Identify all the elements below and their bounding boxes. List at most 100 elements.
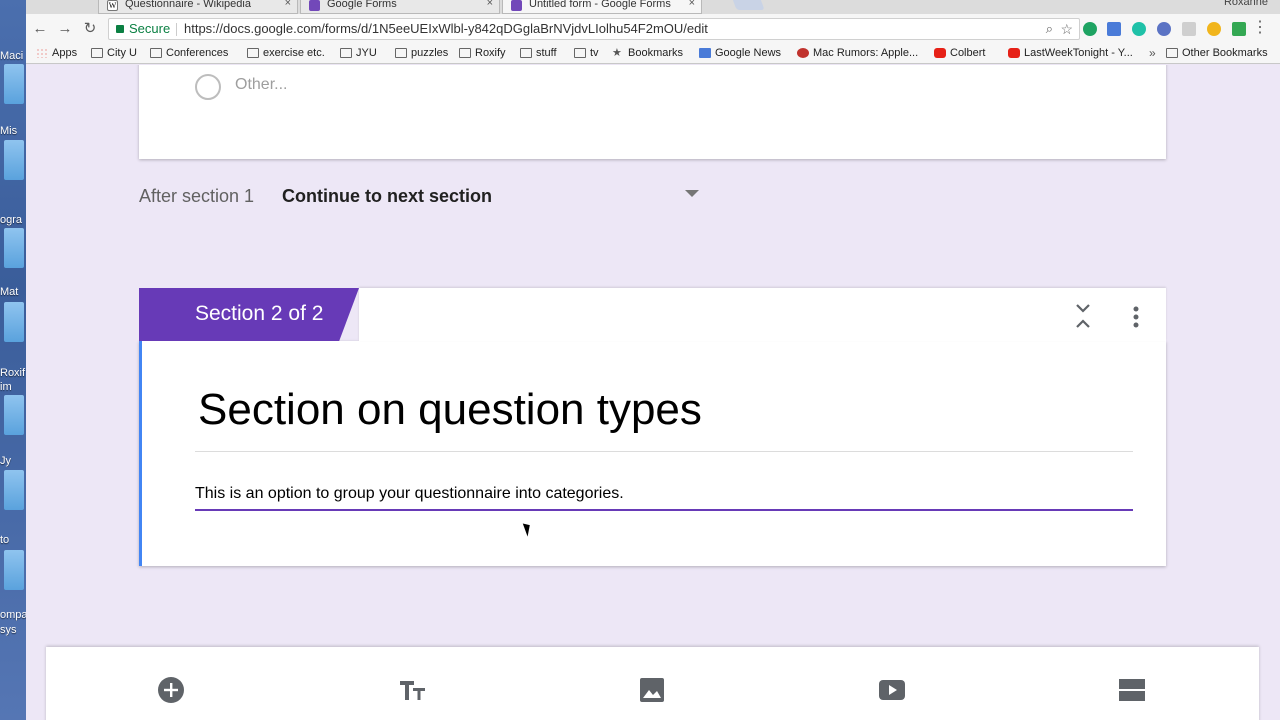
- bookmark-mac-rumors[interactable]: Mac Rumors: Apple...: [797, 47, 918, 59]
- desktop-label: Maci: [0, 50, 24, 62]
- profile-name[interactable]: Roxanne: [1224, 0, 1268, 8]
- tab-title: Google Forms: [327, 0, 397, 10]
- bookmark-label: City U: [107, 47, 137, 59]
- collapse-section-icon[interactable]: [1071, 302, 1095, 330]
- bookmark-folder[interactable]: puzzles: [395, 47, 448, 59]
- bookmark-folder[interactable]: exercise etc.: [247, 47, 325, 59]
- bookmark-label: Conferences: [166, 47, 229, 59]
- star-icon: ★: [612, 47, 622, 59]
- search-icon[interactable]: ⌕: [1046, 19, 1053, 39]
- divider: [195, 451, 1133, 452]
- close-icon[interactable]: ×: [285, 0, 291, 9]
- after-section-label: After section 1: [139, 186, 255, 206]
- translate-icon[interactable]: [1107, 22, 1121, 36]
- bookmark-label: Colbert: [950, 47, 986, 59]
- extension-icon[interactable]: [1232, 22, 1246, 36]
- section-badge: Section 2 of 2: [139, 288, 359, 341]
- divider: [176, 23, 177, 36]
- bookmark-label: JYU: [356, 47, 377, 59]
- bookmark-label: exercise etc.: [263, 47, 325, 59]
- desktop-label: Mis: [0, 125, 18, 137]
- reload-icon[interactable]: ↻: [80, 19, 100, 39]
- folder-icon: [459, 48, 471, 58]
- folder-icon: [520, 48, 532, 58]
- radio-option-icon: [195, 74, 221, 100]
- extension-icon[interactable]: [1182, 22, 1196, 36]
- after-section-dropdown[interactable]: Continue to next section: [282, 186, 492, 207]
- question-card: Other...: [139, 65, 1166, 159]
- close-icon[interactable]: ×: [689, 0, 695, 9]
- bookmark-folder[interactable]: Conferences: [150, 47, 228, 59]
- bookmark-label: Bookmarks: [628, 47, 684, 59]
- bookmark-star-icon[interactable]: ☆: [1060, 19, 1073, 39]
- bookmark-label: tv: [590, 47, 599, 59]
- bookmark-folder[interactable]: Roxify: [459, 47, 506, 59]
- bookmark-folder[interactable]: JYU: [340, 47, 377, 59]
- youtube-icon: [1008, 48, 1020, 58]
- secure-label: Secure: [129, 21, 171, 36]
- desktop-folder-icon[interactable]: [4, 550, 24, 590]
- bookmark-google-news[interactable]: Google News: [699, 47, 781, 59]
- title-text-icon[interactable]: [399, 676, 427, 704]
- bookmark-folder[interactable]: stuff: [520, 47, 557, 59]
- bookmark-label: Other Bookmarks: [1182, 47, 1268, 59]
- bookmark-bookmarks[interactable]: ★ Bookmarks: [612, 47, 683, 59]
- bookmark-label: LastWeekTonight - Y...: [1024, 47, 1133, 59]
- browser-toolbar: ← → ↻ Secure https://docs.google.com/for…: [26, 14, 1280, 44]
- image-icon[interactable]: [638, 676, 666, 704]
- new-tab-button[interactable]: [731, 0, 765, 10]
- bookmark-apps[interactable]: Apps: [36, 47, 77, 59]
- more-options-icon[interactable]: [1124, 305, 1148, 329]
- desktop-folder-icon[interactable]: [4, 228, 24, 268]
- address-bar[interactable]: Secure https://docs.google.com/forms/d/1…: [108, 18, 1080, 40]
- apple-icon: [797, 48, 809, 58]
- extension-icon[interactable]: [1207, 22, 1221, 36]
- extension-icon[interactable]: [1083, 22, 1097, 36]
- url-text[interactable]: https://docs.google.com/forms/d/1N5eeUEI…: [184, 19, 708, 39]
- tab-untitled-form[interactable]: Untitled form - Google Forms ×: [502, 0, 702, 14]
- bookmark-label: stuff: [536, 47, 557, 59]
- tab-wikipedia[interactable]: W Questionnaire - Wikipedia ×: [98, 0, 298, 14]
- bookmark-other[interactable]: Other Bookmarks: [1166, 47, 1268, 59]
- desktop-sidebar: Maci Mis ogra Mat Roxif im Jy to ompa sy…: [0, 0, 26, 720]
- desktop-folder-icon[interactable]: [4, 395, 24, 435]
- folder-icon: [247, 48, 259, 58]
- section-title-input[interactable]: Section on question types: [198, 385, 702, 435]
- form-editor-page: Other... After section 1 Continue to nex…: [26, 65, 1280, 720]
- forward-icon[interactable]: →: [55, 19, 75, 39]
- forms-favicon-icon: [309, 0, 320, 11]
- bookmark-colbert[interactable]: Colbert: [934, 47, 985, 59]
- back-icon[interactable]: ←: [30, 19, 50, 39]
- tab-google-forms[interactable]: Google Forms ×: [300, 0, 500, 14]
- desktop-folder-icon[interactable]: [4, 470, 24, 510]
- news-icon: [699, 48, 711, 58]
- tab-title: Questionnaire - Wikipedia: [125, 0, 251, 10]
- lock-icon: [116, 25, 124, 33]
- section-icon[interactable]: [1118, 676, 1146, 704]
- extension-icon[interactable]: [1157, 22, 1171, 36]
- video-icon[interactable]: [878, 676, 906, 704]
- desktop-folder-icon[interactable]: [4, 64, 24, 104]
- section-card: Section on question types This is an opt…: [139, 341, 1166, 566]
- bookmark-lastweektonight[interactable]: LastWeekTonight - Y...: [1008, 47, 1133, 59]
- bookmark-folder[interactable]: tv: [574, 47, 599, 59]
- other-option[interactable]: Other...: [235, 76, 287, 94]
- folder-icon: [1166, 48, 1178, 58]
- extension-icon[interactable]: [1132, 22, 1146, 36]
- bookmark-folder[interactable]: City U: [91, 47, 137, 59]
- section-badge-label: Section 2 of 2: [195, 302, 324, 325]
- browser-menu-icon[interactable]: ⋮: [1252, 20, 1268, 36]
- bookmark-label: Google News: [715, 47, 782, 59]
- bookmark-label: puzzles: [411, 47, 449, 59]
- close-icon[interactable]: ×: [487, 0, 493, 9]
- desktop-folder-icon[interactable]: [4, 302, 24, 342]
- tab-title: Untitled form - Google Forms: [529, 0, 671, 10]
- desktop-label: Mat: [0, 286, 19, 298]
- browser-tab-bar: W Questionnaire - Wikipedia × Google For…: [26, 0, 1280, 14]
- section-description-input[interactable]: This is an option to group your question…: [195, 485, 624, 503]
- add-question-icon[interactable]: [157, 676, 185, 704]
- desktop-folder-icon[interactable]: [4, 140, 24, 180]
- bookmarks-overflow-icon[interactable]: »: [1149, 46, 1156, 60]
- bookmark-label: Roxify: [475, 47, 506, 59]
- dropdown-arrow-icon[interactable]: [685, 190, 699, 197]
